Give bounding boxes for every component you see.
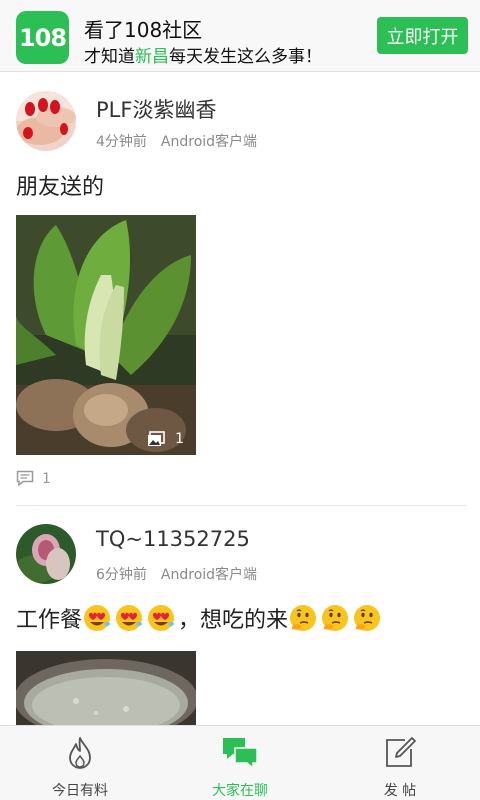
nav-label: 今日有料 (52, 783, 108, 799)
post-meta: 6分钟前 Android客户端 (96, 564, 257, 584)
post-username[interactable]: TQ~11352725 (96, 527, 250, 551)
thinking-emoji-icon (288, 603, 318, 633)
gallery-icon (148, 431, 165, 446)
chat-bubbles-icon (223, 738, 258, 770)
banner-subtitle-suffix: 每天发生这么多事！ (169, 47, 322, 67)
nav-tab-post[interactable]: 发 帖 (320, 726, 480, 800)
post-meta: 4分钟前 Android客户端 (96, 131, 257, 151)
image-count-badge: 1 (147, 431, 184, 447)
thinking-emoji-icon (320, 603, 350, 633)
post-username[interactable]: PLF淡紫幽香 (96, 94, 216, 124)
heart-eyes-emoji-icon (82, 603, 112, 633)
post-time: 4分钟前 (96, 134, 147, 150)
post-photo[interactable]: 1 (16, 215, 196, 455)
post-client: Android客户端 (160, 567, 258, 583)
image-count: 1 (175, 431, 184, 447)
open-app-button[interactable]: 立即打开 (377, 17, 468, 54)
bottom-nav: 今日有料 大家在聊 发 帖 (0, 725, 480, 800)
comment-count-button[interactable]: 1 (16, 470, 51, 487)
post-content-middle: ，想吃的来 (178, 608, 289, 633)
flame-icon (69, 737, 91, 769)
edit-icon (386, 737, 416, 767)
comment-icon (16, 470, 34, 487)
app-banner: 108 看了108社区 才知道新昌每天发生这么多事！ 立即打开 (0, 0, 480, 72)
avatar[interactable] (16, 91, 76, 151)
heart-eyes-emoji-icon (146, 603, 176, 633)
banner-title: 看了108社区 (84, 18, 203, 42)
nav-label: 大家在聊 (212, 783, 268, 799)
post-feed[interactable]: PLF淡紫幽香 4分钟前 Android客户端 朋友送的 1 1 TQ~1135… (0, 73, 480, 725)
post-content: 朋友送的 (16, 175, 105, 200)
app-logo: 108 (16, 11, 69, 64)
nav-tab-chat[interactable]: 大家在聊 (160, 726, 320, 800)
post-client: Android客户端 (160, 134, 258, 150)
post-content: 工作餐 ，想吃的来 (16, 602, 384, 634)
banner-subtitle-city: 新昌 (135, 47, 169, 67)
avatar[interactable] (16, 524, 76, 584)
post-content-prefix: 工作餐 (16, 608, 83, 633)
post-item[interactable]: PLF淡紫幽香 4分钟前 Android客户端 朋友送的 1 1 (0, 73, 480, 506)
thinking-emoji-icon (352, 603, 382, 633)
comment-count: 1 (42, 470, 51, 487)
banner-subtitle-prefix: 才知道 (84, 47, 135, 67)
post-photo[interactable] (16, 651, 196, 725)
nav-tab-today[interactable]: 今日有料 (0, 726, 160, 800)
banner-subtitle: 才知道新昌每天发生这么多事！ (84, 42, 322, 67)
nav-label: 发 帖 (383, 783, 417, 799)
post-item[interactable]: TQ~11352725 6分钟前 Android客户端 工作餐 ，想吃的来 (0, 506, 480, 725)
post-time: 6分钟前 (96, 567, 147, 583)
heart-eyes-emoji-icon (114, 603, 144, 633)
